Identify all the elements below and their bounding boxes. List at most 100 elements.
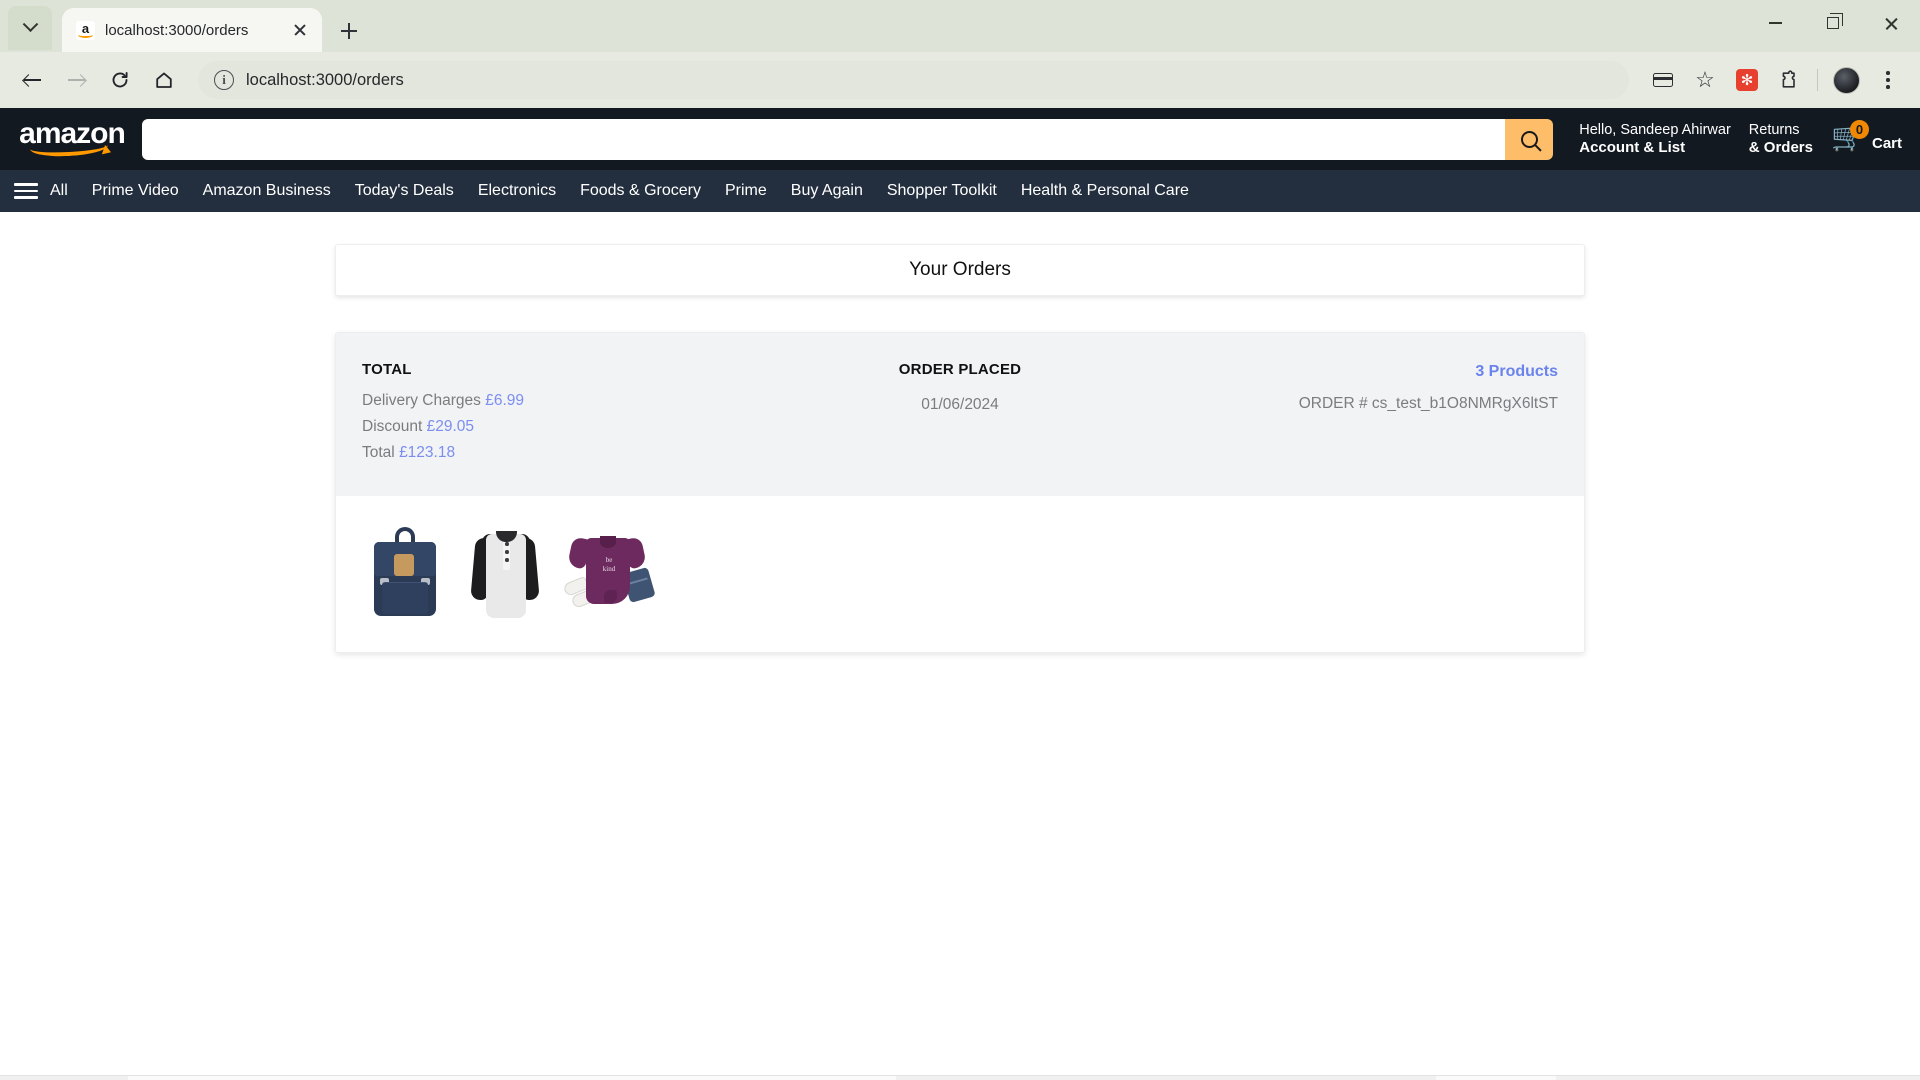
- reload-button[interactable]: [100, 60, 140, 100]
- reload-icon: [112, 72, 128, 88]
- total-amount: £123.18: [399, 444, 456, 461]
- nav-item-buy-again[interactable]: Buy Again: [789, 179, 865, 203]
- products-count-link[interactable]: 3 Products: [1159, 363, 1558, 381]
- restore-icon: [1827, 13, 1843, 29]
- home-button[interactable]: [144, 60, 184, 100]
- toolbar-actions: ☆ ✻: [1643, 60, 1908, 100]
- search-bar[interactable]: [142, 118, 1554, 160]
- tshirt-graphic-line1: be: [605, 556, 613, 564]
- search-button[interactable]: [1505, 118, 1554, 160]
- shirt-button-2-icon: [505, 550, 509, 554]
- product-thumbnail-backpack[interactable]: [362, 518, 448, 622]
- forward-arrow-icon: [67, 72, 85, 89]
- taskbar-segment: [1556, 1075, 1920, 1080]
- shirt-button-1-icon: [505, 542, 509, 546]
- kebab-menu-icon: [1886, 71, 1890, 89]
- back-button[interactable]: [12, 60, 52, 100]
- product-thumbnail-henley-shirt[interactable]: [462, 518, 548, 622]
- nav-item-shopper-toolkit[interactable]: Shopper Toolkit: [885, 179, 999, 203]
- site-header: amazon Hello, Sandeep Ahirwar Account & …: [0, 108, 1920, 170]
- orders-label: & Orders: [1748, 138, 1813, 156]
- star-icon: ☆: [1695, 67, 1715, 92]
- maximize-button[interactable]: [1804, 0, 1862, 46]
- page-title: Your Orders: [909, 259, 1011, 280]
- close-icon[interactable]: [288, 18, 312, 42]
- puzzle-piece-icon: [1782, 70, 1795, 88]
- returns-label: Returns: [1748, 121, 1800, 138]
- taskbar-segment: [128, 1075, 896, 1080]
- hamburger-menu-icon[interactable]: [14, 183, 38, 199]
- cart-label: Cart: [1871, 135, 1902, 152]
- discount-label: Discount: [362, 418, 423, 435]
- orders-title-card: Your Orders: [335, 244, 1585, 296]
- order-products-section: 3 Products ORDER # cs_test_b1O8NMRgX6ltS…: [1159, 361, 1558, 470]
- payment-methods-button[interactable]: [1643, 60, 1683, 100]
- tshirt-graphic-text: be kind: [592, 556, 626, 574]
- discount-amount: £29.05: [426, 418, 475, 435]
- nav-item-electronics[interactable]: Electronics: [476, 179, 558, 203]
- search-icon: [1520, 130, 1538, 148]
- close-window-button[interactable]: [1862, 0, 1920, 46]
- new-tab-button[interactable]: [332, 14, 366, 48]
- minimize-button[interactable]: [1746, 0, 1804, 46]
- shirt-button-3-icon: [505, 558, 509, 562]
- amazon-logo[interactable]: amazon: [18, 116, 126, 162]
- delivery-charges-label: Delivery Charges: [362, 392, 481, 409]
- tshirt-vneck-icon: [600, 536, 616, 548]
- back-arrow-icon: [23, 72, 41, 89]
- nav-item-amazon-business[interactable]: Amazon Business: [201, 179, 333, 203]
- info-circle-icon[interactable]: i: [214, 70, 234, 90]
- cart-button[interactable]: 🛒 0 Cart: [1831, 120, 1902, 154]
- tab-strip: a localhost:3000/orders: [0, 0, 1920, 52]
- taskbar-segment: [896, 1075, 1436, 1080]
- discount-row: Discount £29.05: [362, 418, 761, 436]
- tab-search-button[interactable]: [8, 6, 52, 50]
- site-nav: All Prime Video Amazon Business Today's …: [0, 170, 1920, 212]
- nav-item-health-personal-care[interactable]: Health & Personal Care: [1019, 179, 1191, 203]
- credit-card-icon: [1653, 73, 1673, 87]
- minimize-icon: [1768, 22, 1782, 24]
- profile-button[interactable]: [1826, 60, 1866, 100]
- nav-item-todays-deals[interactable]: Today's Deals: [353, 179, 456, 203]
- backpack-patch-icon: [394, 554, 414, 576]
- bookmark-button[interactable]: ☆: [1685, 60, 1725, 100]
- nav-item-prime-video[interactable]: Prime Video: [90, 179, 181, 203]
- browser-toolbar: i localhost:3000/orders ☆ ✻: [0, 52, 1920, 108]
- returns-orders-menu[interactable]: Returns & Orders: [1749, 121, 1813, 158]
- delivery-charges-amount: £6.99: [485, 392, 524, 409]
- nav-item-foods-grocery[interactable]: Foods & Grocery: [578, 179, 703, 203]
- account-menu[interactable]: Hello, Sandeep Ahirwar Account & List: [1579, 121, 1731, 158]
- amazon-favicon: a: [76, 20, 95, 40]
- nav-item-all[interactable]: All: [48, 179, 70, 203]
- order-summary: TOTAL Delivery Charges £6.99 Discount £2…: [336, 333, 1584, 496]
- extension-icon: ✻: [1736, 69, 1758, 91]
- avatar-icon: [1832, 66, 1860, 94]
- home-icon: [156, 72, 172, 88]
- forward-button[interactable]: [56, 60, 96, 100]
- extensions-button[interactable]: [1769, 60, 1809, 100]
- window-controls: [1746, 0, 1920, 46]
- order-number: ORDER # cs_test_b1O8NMRgX6ltST: [1298, 395, 1559, 412]
- browser-chrome: a localhost:3000/orders i localhost:3000…: [0, 0, 1920, 108]
- toolbar-divider: [1817, 69, 1818, 91]
- backpack-pocket-icon: [382, 582, 428, 614]
- shopping-cart-icon: 🛒 0: [1831, 120, 1869, 154]
- address-bar[interactable]: i localhost:3000/orders: [198, 61, 1629, 99]
- browser-menu-button[interactable]: [1868, 60, 1908, 100]
- tab-title: localhost:3000/orders: [105, 21, 249, 39]
- orders-container: Your Orders TOTAL Delivery Charges £6.99…: [335, 244, 1585, 653]
- taskbar-segment: [1436, 1075, 1556, 1080]
- total-heading: TOTAL: [362, 361, 412, 378]
- browser-tab[interactable]: a localhost:3000/orders: [62, 8, 322, 52]
- product-thumbnail-be-kind-tshirt[interactable]: be kind: [562, 518, 656, 622]
- nav-item-prime[interactable]: Prime: [723, 179, 769, 203]
- account-greeting: Hello, Sandeep Ahirwar: [1579, 121, 1731, 138]
- tshirt-knot-icon: [604, 590, 617, 603]
- search-input[interactable]: [142, 118, 1506, 160]
- os-taskbar-strip: [0, 1072, 1920, 1080]
- order-product-thumbnails: be kind: [336, 496, 1584, 652]
- chevron-down-icon: [22, 15, 38, 32]
- address-bar-url: localhost:3000/orders: [246, 70, 404, 89]
- extension-button[interactable]: ✻: [1727, 60, 1767, 100]
- order-total-section: TOTAL Delivery Charges £6.99 Discount £2…: [362, 361, 761, 470]
